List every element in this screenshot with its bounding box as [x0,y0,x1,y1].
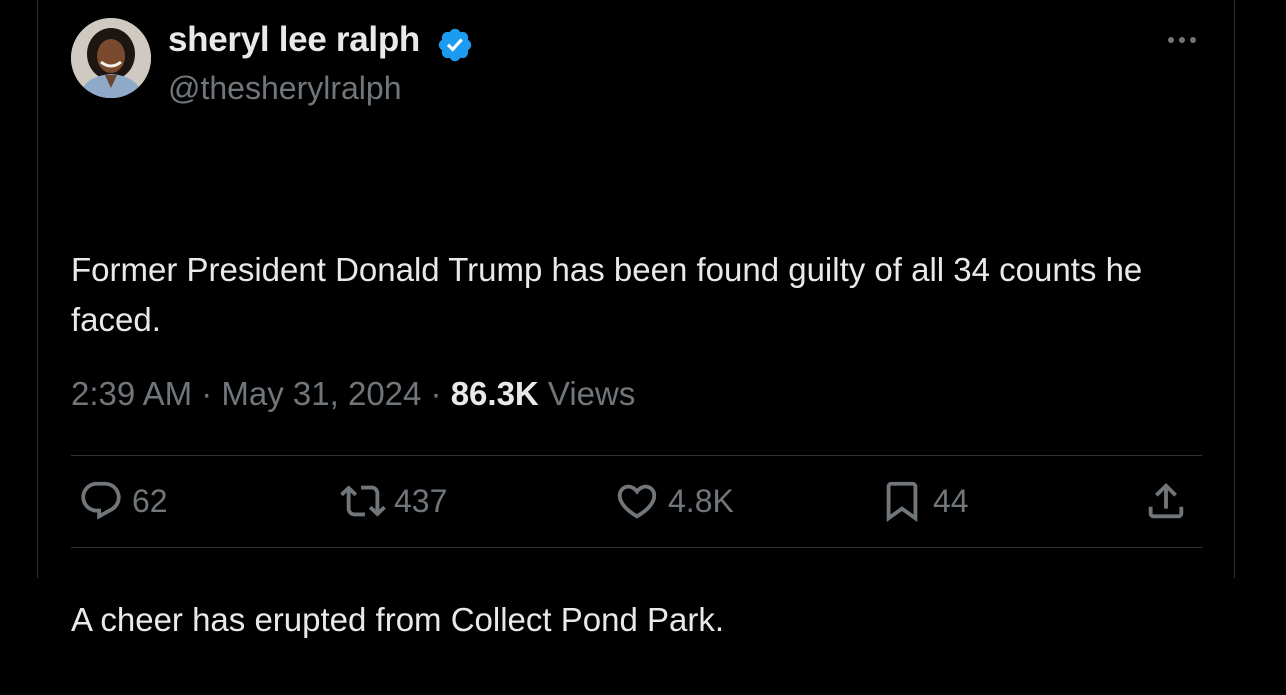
share-button[interactable] [1143,476,1189,526]
reply-button[interactable]: 62 [78,476,168,526]
bookmark-button[interactable]: 44 [879,476,969,526]
post-line-1: Former President Donald Trump has been f… [71,251,1152,338]
verified-badge-icon [438,28,472,62]
reply-icon [81,481,121,520]
avatar-image [71,18,151,98]
meta-separator: · [421,375,451,412]
like-button[interactable]: 4.8K [614,476,734,526]
post-line-2: A cheer has erupted from Collect Pond Pa… [71,601,725,638]
share-icon [1148,482,1184,519]
bookmark-icon [886,481,918,522]
divider-top [71,455,1202,456]
post-text: Former President Donald Trump has been f… [71,145,1171,695]
divider-bottom [71,547,1202,548]
like-count: 4.8K [668,482,734,519]
post-date[interactable]: May 31, 2024 [221,375,421,412]
post-time[interactable]: 2:39 AM [71,375,192,412]
post-meta: 2:39 AM · May 31, 2024 · 86.3K Views [71,375,635,413]
reply-count: 62 [132,482,168,519]
bookmark-count: 44 [933,482,969,519]
avatar[interactable] [71,18,151,98]
more-horizontal-icon[interactable] [1162,24,1202,56]
repost-count: 437 [394,482,448,519]
repost-icon [340,485,386,517]
heart-icon [617,484,657,519]
author-name[interactable]: sheryl lee ralph [168,20,420,60]
repost-button[interactable]: 437 [340,476,447,526]
meta-separator: · [192,375,222,412]
views-label: Views [538,375,636,412]
author-handle[interactable]: @thesherylralph [168,70,401,107]
views-count[interactable]: 86.3K [451,375,539,412]
